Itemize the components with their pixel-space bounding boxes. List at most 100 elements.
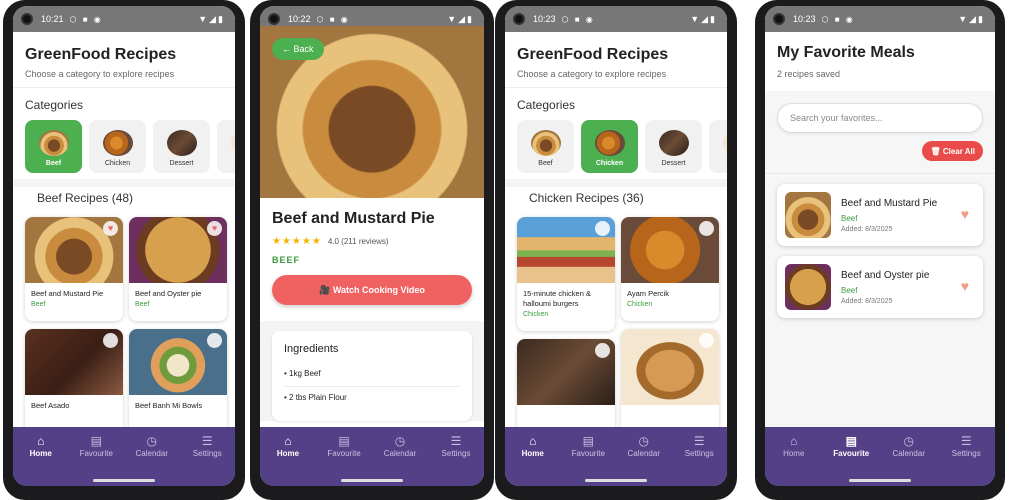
category-beef[interactable]: Beef	[517, 120, 574, 173]
category-list: Beef Chicken Dessert L	[25, 120, 235, 173]
category-tag: BEEF	[272, 255, 301, 265]
heart-icon[interactable]: ♥	[103, 333, 118, 348]
favorite-image	[785, 264, 831, 310]
clock-icon: ◷	[903, 434, 914, 448]
recipe-title: Beef and Mustard Pie	[272, 210, 435, 227]
heart-icon[interactable]: ♥	[207, 333, 222, 348]
nav-calendar[interactable]: ◷ Calendar	[127, 433, 177, 458]
nav-calendar[interactable]: ◷ Calendar	[375, 433, 425, 458]
back-button[interactable]: ← Back	[272, 38, 324, 60]
nav-label: Calendar	[383, 449, 417, 458]
home-icon: ⌂	[529, 434, 537, 448]
heart-icon[interactable]: ♥	[595, 221, 610, 236]
clipboard-icon: ▤	[90, 434, 102, 448]
nav-favourite[interactable]: ▤ Favourite	[826, 433, 876, 458]
nav-label: Calendar	[135, 449, 168, 458]
recipe-name: Ayam Percik	[627, 289, 669, 298]
categories-heading: Categories	[25, 98, 84, 112]
phone-recipe-detail: 10:22 ⬡ ■ ◉ ▼◢▮ ← Back Beef and Mustard Pi…	[250, 0, 494, 500]
nav-label: Settings	[192, 449, 222, 458]
recipe-card[interactable]: ♥ Beef Asado	[25, 329, 123, 433]
status-time: 10:22	[288, 14, 311, 24]
category-more[interactable]: L	[709, 120, 727, 173]
category-chicken[interactable]: Chicken	[581, 120, 638, 173]
recipe-card[interactable]: ♥ Beef Banh Mi Bowls	[129, 329, 227, 433]
chicken-category-image	[102, 130, 133, 156]
nav-label: Calendar	[627, 449, 660, 458]
search-input[interactable]: Search your favorites...	[777, 103, 983, 133]
dessert-category-image	[166, 130, 197, 156]
heart-icon[interactable]: ♥	[961, 278, 969, 294]
recipe-card[interactable]: ♥	[621, 329, 719, 433]
favorite-name: Beef and Oyster pie	[841, 269, 930, 281]
nav-favourite[interactable]: ▤ Favourite	[563, 433, 613, 458]
watch-video-button[interactable]: 🎥 Watch Cooking Video	[272, 275, 472, 305]
nav-settings[interactable]: ☰ Settings	[674, 433, 724, 458]
bottom-nav: ⌂ Home ▤ Favourite ◷ Calendar ☰ Settings	[765, 427, 995, 486]
heart-icon[interactable]: ♥	[595, 343, 610, 358]
heart-icon[interactable]: ♥	[699, 333, 714, 348]
nav-settings[interactable]: ☰ Settings	[431, 433, 481, 458]
signal-icons: ▼◢▮	[447, 14, 474, 24]
screen: 10:23 ⬡ ■ ◉ ▼◢▮ My Favorite Meals 2 recipe…	[765, 6, 995, 486]
signal-icons: ▼◢▮	[198, 14, 225, 24]
favorite-image	[785, 192, 831, 238]
nav-home[interactable]: ⌂ Home	[769, 433, 819, 458]
heart-icon[interactable]: ♥	[699, 221, 714, 236]
category-list: Beef Chicken Dessert L	[517, 120, 727, 173]
nav-favourite[interactable]: ▤ Favourite	[319, 433, 369, 458]
phone-favorites: 10:23 ⬡ ■ ◉ ▼◢▮ My Favorite Meals 2 recipe…	[755, 0, 1005, 500]
home-icon: ⌂	[284, 434, 292, 448]
category-dessert[interactable]: Dessert	[645, 120, 702, 173]
category-more[interactable]: L	[217, 120, 235, 173]
menu-icon: ☰	[693, 434, 705, 448]
category-chicken[interactable]: Chicken	[89, 120, 146, 173]
nav-settings[interactable]: ☰ Settings	[182, 433, 232, 458]
clear-all-button[interactable]: 🗑 Clear All	[922, 141, 983, 161]
category-dessert[interactable]: Dessert	[153, 120, 210, 173]
recipe-card[interactable]: ♥ Beef and Oyster pie Beef	[129, 217, 227, 321]
recipe-category: Chicken	[627, 301, 653, 308]
section-title: Beef Recipes (48)	[37, 191, 134, 205]
home-indicator	[849, 479, 911, 482]
status-bar: 10:23 ⬡ ■ ◉ ▼◢▮	[765, 6, 995, 32]
notification-icons: ⬡ ■ ◉	[316, 14, 350, 24]
bottom-nav: ⌂ Home ▤ Favourite ◷ Calendar ☰ Settings	[505, 427, 727, 486]
nav-label: Home	[783, 449, 805, 458]
favorites-title: My Favorite Meals	[777, 44, 915, 61]
favorite-name: Beef and Mustard Pie	[841, 197, 938, 209]
app-subtitle: Choose a category to explore recipes	[25, 69, 175, 79]
nav-settings[interactable]: ☰ Settings	[941, 433, 991, 458]
screen: 10:21 ⬡ ■ ◉ ▼◢▮ GreenFood Recipes Choose a…	[13, 6, 235, 486]
screen: 10:22 ⬡ ■ ◉ ▼◢▮ ← Back Beef and Mustard Pi…	[260, 6, 484, 486]
heart-icon[interactable]: ♥	[961, 206, 969, 222]
menu-icon: ☰	[201, 434, 213, 448]
favorite-category: Beef	[841, 213, 858, 223]
camera-icon	[773, 13, 785, 25]
more-category-image	[722, 130, 727, 156]
nav-label: Calendar	[892, 449, 925, 458]
favorite-item[interactable]: Beef and Mustard Pie Beef Added: 8/3/2025 …	[777, 184, 983, 246]
category-beef[interactable]: Beef	[25, 120, 82, 173]
favorite-item[interactable]: Beef and Oyster pie Beef Added: 8/3/2025 ♥	[777, 256, 983, 318]
signal-icons: ▼◢▮	[958, 14, 985, 24]
beef-category-image	[530, 130, 561, 156]
recipe-card[interactable]: ♥ Beef and Mustard Pie Beef	[25, 217, 123, 321]
home-indicator	[585, 479, 647, 482]
nav-calendar[interactable]: ◷ Calendar	[884, 433, 934, 458]
recipe-card[interactable]: ♥ Ayam Percik Chicken	[621, 217, 719, 321]
clipboard-icon: ▤	[582, 434, 594, 448]
nav-favourite[interactable]: ▤ Favourite	[71, 433, 121, 458]
nav-label: Favourite	[833, 449, 870, 458]
nav-calendar[interactable]: ◷ Calendar	[619, 433, 669, 458]
nav-home[interactable]: ⌂ Home	[16, 433, 66, 458]
recipe-name: Beef Asado	[31, 401, 70, 410]
nav-home[interactable]: ⌂ Home	[508, 433, 558, 458]
menu-icon: ☰	[450, 434, 462, 448]
nav-home[interactable]: ⌂ Home	[263, 433, 313, 458]
heart-icon[interactable]: ♥	[207, 221, 222, 236]
heart-icon[interactable]: ♥	[103, 221, 118, 236]
clipboard-icon: ▤	[338, 434, 350, 448]
recipe-grid: ♥ 15-minute chicken & halloumi burgers Chi…	[505, 217, 727, 443]
recipe-card[interactable]: ♥ 15-minute chicken & halloumi burgers Chi…	[517, 217, 615, 331]
